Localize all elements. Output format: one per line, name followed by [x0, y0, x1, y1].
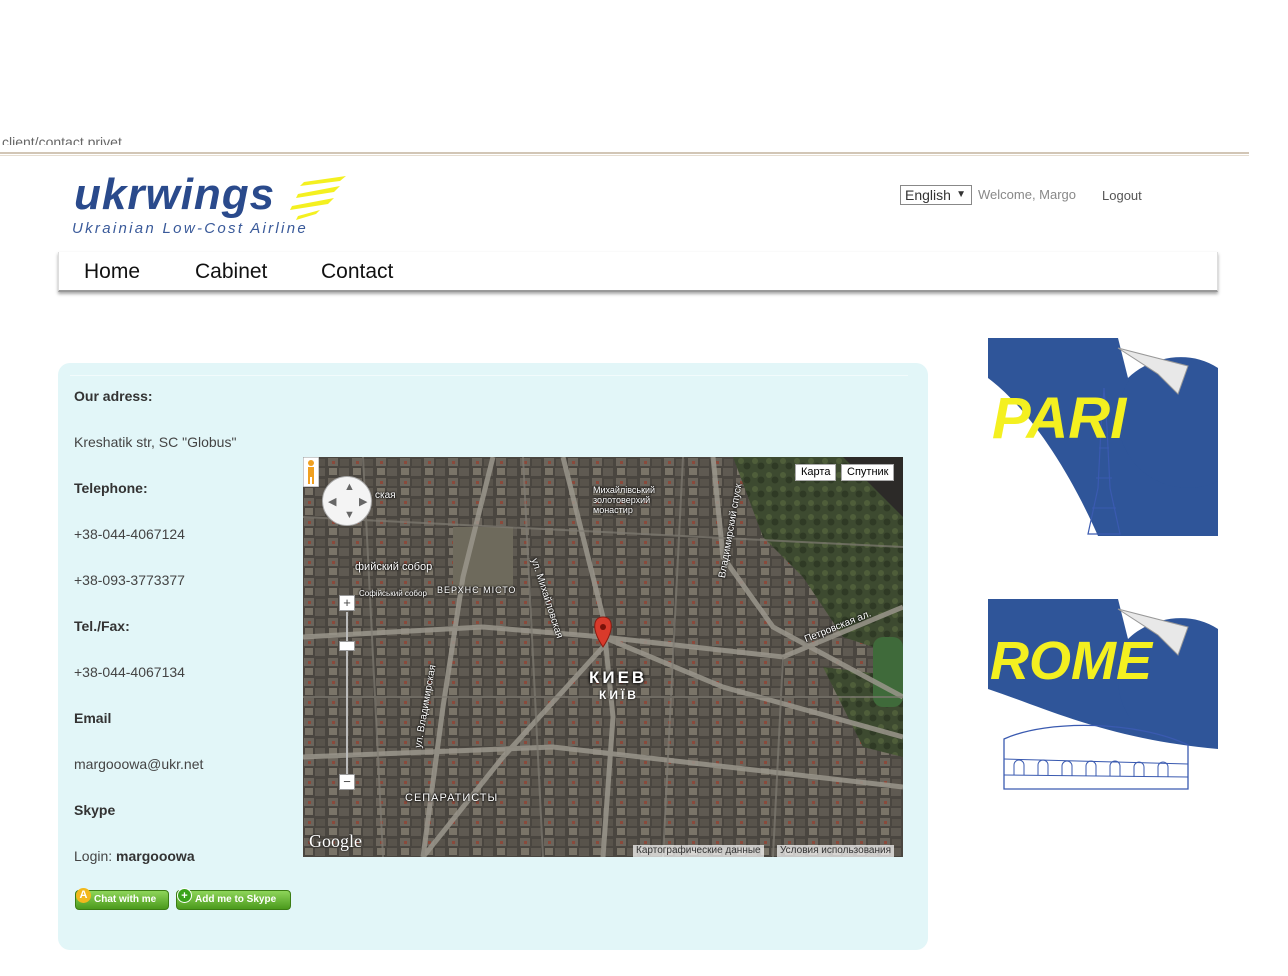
zoom-slider-thumb[interactable]: [339, 641, 355, 651]
satellite-imagery: [303, 457, 903, 857]
map-label-monastery: Михайлівський золотоверхий монастир: [593, 485, 656, 515]
address-value: Kreshatik str, SC "Globus": [74, 434, 237, 450]
map-label-upper-city: ВЕРХНЄ МІСТО: [437, 585, 517, 595]
logout-link[interactable]: Logout: [1102, 188, 1142, 203]
paris-ad-image: PARI: [988, 338, 1218, 536]
email-label: Email: [74, 710, 112, 726]
skype-login: Login: margooowa: [74, 848, 195, 864]
logo-wordmark: ukrwings: [74, 170, 276, 219]
fax-label: Tel./Fax:: [74, 618, 130, 634]
logo-tagline: Ukrainian Low-Cost Airline: [72, 220, 308, 237]
paris-ad-text: PARI: [992, 386, 1128, 451]
pan-up-icon: ▲: [344, 481, 355, 493]
map-label-sofia-ua: Софійський собор: [359, 589, 427, 598]
map-city-label-ua: КИЇВ: [599, 688, 639, 702]
welcome-text: Welcome, Margo: [978, 187, 1077, 202]
map-type-satellite-button[interactable]: Спутник: [841, 464, 895, 481]
login-value: margooowa: [116, 848, 195, 864]
map-data-link[interactable]: Картографические данные: [633, 845, 764, 857]
fax-value: +38-044-4067134: [74, 664, 185, 680]
map-type-map-button[interactable]: Карта: [795, 464, 837, 481]
add-button-label: Add me to Skype: [195, 894, 277, 905]
pan-down-icon: ▼: [344, 509, 355, 521]
telephone-label: Telephone:: [74, 480, 148, 496]
pan-right-icon: ▶: [359, 496, 368, 508]
language-select[interactable]: English ▼: [900, 185, 972, 205]
logo-wings-icon: [290, 176, 346, 220]
dropdown-arrow-icon: ▼: [956, 189, 966, 200]
add-to-skype-button[interactable]: + Add me to Skype: [176, 888, 291, 910]
zoom-out-button[interactable]: −: [339, 774, 355, 790]
language-selected: English: [905, 187, 951, 203]
main-nav: Home Cabinet Contact: [58, 252, 1218, 292]
url-fragment: client/contact.privet: [2, 134, 122, 145]
skype-label: Skype: [74, 802, 116, 818]
ad-rome[interactable]: ROME: [988, 599, 1218, 798]
zoom-slider-track[interactable]: [346, 612, 348, 774]
map-label-sofia: фийский собор: [355, 561, 433, 573]
google-logo: Google: [309, 831, 362, 851]
map-label-separatists: СЕПАРАТИСТЫ: [405, 792, 499, 804]
zoom-in-button[interactable]: +: [339, 595, 355, 611]
phone-2: +38-093-3773377: [74, 572, 185, 588]
pan-left-icon: ◀: [328, 496, 337, 508]
skype-status-icon: A: [76, 888, 91, 903]
login-prefix: Login:: [74, 848, 113, 864]
pegman-icon[interactable]: [303, 457, 319, 487]
top-divider: [0, 152, 1249, 156]
rome-ad-text: ROME: [990, 631, 1154, 691]
rome-ad-image: ROME: [988, 599, 1218, 798]
phone-1: +38-044-4067124: [74, 526, 185, 542]
email-value[interactable]: margooowa@ukr.net: [74, 756, 203, 772]
site-logo[interactable]: ukrwings Ukrainian Low-Cost Airline: [72, 170, 362, 242]
map-label-skaya: ская: [375, 490, 396, 501]
map-city-label: КИЕВ: [589, 668, 648, 687]
chat-button-label: Chat with me: [94, 894, 157, 905]
nav-cabinet[interactable]: Cabinet: [195, 260, 267, 284]
plus-icon: +: [177, 888, 192, 903]
address-label: Our adress:: [74, 388, 153, 404]
panel-divider: [70, 375, 908, 376]
nav-contact[interactable]: Contact: [321, 260, 393, 284]
google-map[interactable]: Карта Спутник ▲ ▼ ◀ ▶ + − ская фийский с…: [303, 457, 903, 857]
map-terms-link[interactable]: Условия использования: [777, 845, 894, 857]
ad-paris[interactable]: PARI: [988, 338, 1218, 536]
chat-with-me-button[interactable]: A Chat with me: [75, 888, 169, 910]
map-pan-control[interactable]: ▲ ▼ ◀ ▶: [322, 476, 372, 526]
nav-home[interactable]: Home: [84, 260, 140, 284]
